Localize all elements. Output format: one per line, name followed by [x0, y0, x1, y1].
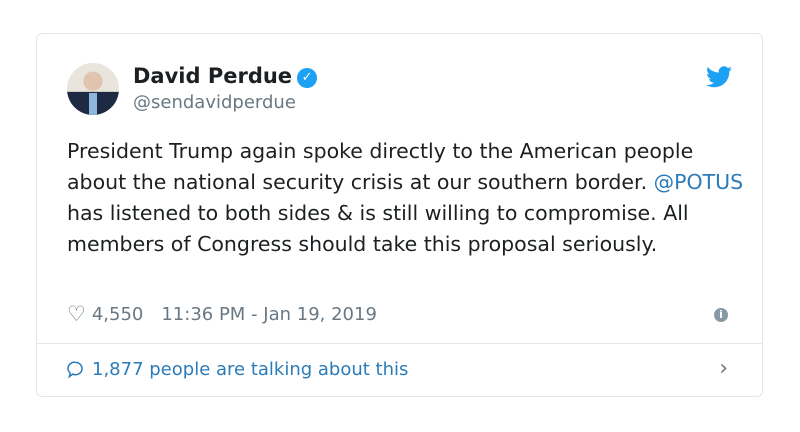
- comment-bubble-icon: [67, 361, 83, 378]
- tweet-text-part: President Trump again spoke directly to …: [67, 139, 694, 194]
- tweet-text: President Trump again spoke directly to …: [67, 136, 747, 260]
- tweet-card: David Perdue ✓ @sendavidperdue President …: [36, 33, 763, 397]
- like-count[interactable]: 4,550: [92, 304, 144, 325]
- info-icon[interactable]: i: [714, 308, 728, 322]
- author-name-text: David Perdue: [133, 64, 293, 88]
- avatar[interactable]: [67, 63, 119, 115]
- author-name[interactable]: David Perdue ✓: [133, 64, 318, 88]
- talking-text: 1,877 people are talking about this: [92, 359, 409, 380]
- timestamp[interactable]: 11:36 PM - Jan 19, 2019: [161, 304, 377, 325]
- talking-link[interactable]: 1,877 people are talking about this: [67, 359, 408, 380]
- chevron-right-icon[interactable]: ›: [719, 356, 728, 381]
- tweet-meta: ♡ 4,550 11:36 PM - Jan 19, 2019: [67, 302, 377, 326]
- divider: [37, 343, 762, 344]
- tweet-text-part: has listened to both sides & is still wi…: [67, 201, 689, 256]
- verified-badge-icon: ✓: [297, 68, 318, 88]
- twitter-bird-icon[interactable]: [706, 66, 732, 88]
- author-handle[interactable]: @sendavidperdue: [133, 92, 296, 113]
- mention-link[interactable]: @POTUS: [654, 170, 744, 194]
- heart-icon[interactable]: ♡: [67, 302, 86, 326]
